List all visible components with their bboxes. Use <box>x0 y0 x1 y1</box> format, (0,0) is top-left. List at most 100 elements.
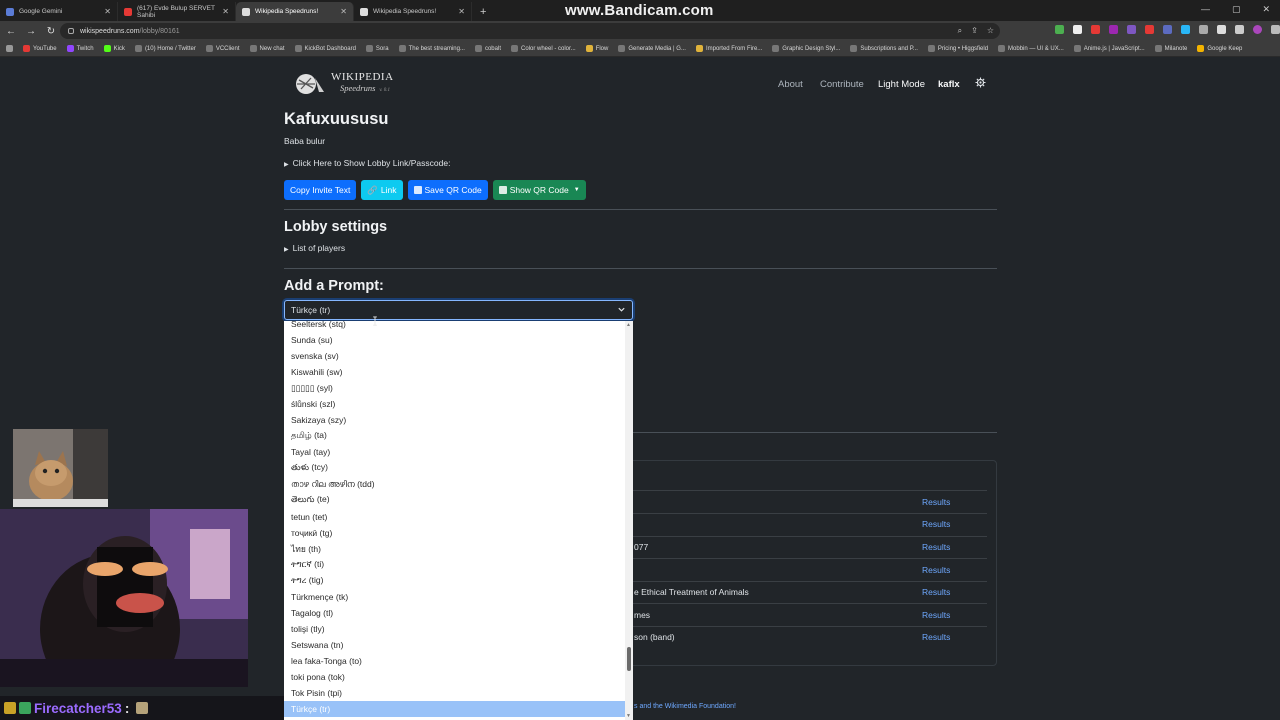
results-link[interactable]: Results <box>922 542 950 552</box>
bookmark-item[interactable]: Anime.js | JavaScript... <box>1073 45 1145 52</box>
forward-icon[interactable]: → <box>22 26 40 37</box>
language-option[interactable]: toki pona (tok) <box>284 669 625 685</box>
bookmark-item[interactable]: Kick <box>103 45 125 52</box>
menu-kebab-icon[interactable] <box>1271 25 1280 34</box>
bookmark-item[interactable]: Google Keep <box>1197 45 1242 52</box>
language-option[interactable]: ▯▯▯▯▯ (syl) <box>284 380 625 396</box>
address-bar[interactable]: wikispeedruns.com/lobby/80161 ⌕ ⇪ ☆ <box>60 23 1000 39</box>
bookmark-item[interactable]: (10) Home / Twitter <box>134 45 196 52</box>
bookmark-apps-icon[interactable] <box>6 45 13 52</box>
results-link[interactable]: Results <box>922 587 950 597</box>
language-option[interactable]: தமிழ் (ta) <box>284 428 625 444</box>
bookmark-item[interactable]: KickBot Dashboard <box>294 45 356 52</box>
footer-link[interactable]: s and the Wikimedia Foundation! <box>634 703 736 710</box>
show-lobby-link-toggle[interactable]: ▶ Click Here to Show Lobby Link/Passcode: <box>284 158 450 168</box>
extension-icon[interactable] <box>1055 25 1064 34</box>
bookmark-item[interactable]: Milanote <box>1154 45 1187 52</box>
extension-icon[interactable] <box>1145 25 1154 34</box>
nav-contribute[interactable]: Contribute <box>820 79 864 90</box>
extension-icon[interactable] <box>1091 25 1100 34</box>
extensions-puzzle-icon[interactable] <box>1217 25 1226 34</box>
profile-avatar[interactable] <box>1253 25 1262 34</box>
language-option[interactable]: Seeltersk (stq) <box>284 321 625 332</box>
close-tab-icon[interactable]: ✕ <box>104 7 111 16</box>
language-option[interactable]: Tagalog (tl) <box>284 605 625 621</box>
language-option[interactable]: svenska (sv) <box>284 348 625 364</box>
bookmark-item[interactable]: Twitch <box>66 45 94 52</box>
language-option[interactable]: tetun (tet) <box>284 509 625 525</box>
gear-icon[interactable] <box>975 77 986 88</box>
close-tab-icon[interactable]: ✕ <box>340 7 347 16</box>
bookmark-item[interactable]: YouTube <box>23 45 57 52</box>
language-select[interactable]: Türkçe (tr) <box>284 300 633 320</box>
language-option[interactable]: ไทย (th) <box>284 541 625 557</box>
language-option[interactable]: Türkmençe (tk) <box>284 589 625 605</box>
bookmark-item[interactable]: VCClient <box>205 45 240 52</box>
nav-user[interactable]: kaflx <box>938 79 960 90</box>
sidebar-icon[interactable] <box>1235 25 1244 34</box>
share-icon[interactable]: ⇪ <box>971 26 978 36</box>
language-option[interactable]: lea faka-Tonga (to) <box>284 653 625 669</box>
browser-tab-wikispeedruns-active[interactable]: Wikipedia Speedruns! ✕ <box>236 2 354 21</box>
language-option[interactable]: Tok Pisin (tpi) <box>284 685 625 701</box>
close-window-icon[interactable]: ✕ <box>1262 4 1270 15</box>
language-option[interactable]: താഴ റില അഴിന (tdd) <box>284 477 625 493</box>
language-option[interactable]: Türkçe (tr) <box>284 701 625 718</box>
bookmark-item[interactable]: Pricing • Higgsfield <box>927 45 988 52</box>
maximize-icon[interactable]: ▢ <box>1232 4 1241 15</box>
language-option[interactable]: తెలుగు (te) <box>284 493 625 509</box>
scroll-up-icon[interactable]: ▲ <box>626 322 631 328</box>
save-qr-button[interactable]: Save QR Code <box>407 180 488 200</box>
bookmark-item[interactable]: Graphic Design Styl... <box>772 45 840 52</box>
language-option[interactable]: ትግረ (tig) <box>284 573 625 589</box>
close-tab-icon[interactable]: ✕ <box>458 7 465 16</box>
extension-icon[interactable] <box>1163 25 1172 34</box>
bookmark-item[interactable]: The best streaming... <box>398 45 465 52</box>
bookmark-star-icon[interactable]: ☆ <box>987 26 994 36</box>
bookmark-item[interactable]: Generate Media | G... <box>618 45 686 52</box>
language-option[interactable]: ślůnski (szl) <box>284 396 625 412</box>
nav-light-mode[interactable]: Light Mode <box>878 79 925 90</box>
extension-icon[interactable] <box>1127 25 1136 34</box>
language-option[interactable]: Sunda (su) <box>284 332 625 348</box>
nav-about[interactable]: About <box>778 79 803 90</box>
language-option[interactable]: Sakizaya (szy) <box>284 412 625 428</box>
bookmark-item[interactable]: New chat <box>249 45 285 52</box>
bookmark-item[interactable]: Subscriptions and P... <box>850 45 918 52</box>
close-tab-icon[interactable]: ✕ <box>222 7 229 16</box>
minimize-icon[interactable]: — <box>1201 4 1210 15</box>
site-info-icon[interactable] <box>68 28 74 34</box>
extension-icon[interactable] <box>1199 25 1208 34</box>
bookmark-item[interactable]: Sora <box>365 45 389 52</box>
results-link[interactable]: Results <box>922 632 950 642</box>
language-option[interactable]: tolişi (tly) <box>284 621 625 637</box>
language-option[interactable]: ትግርኛ (ti) <box>284 557 625 573</box>
show-qr-dropdown-button[interactable]: Show QR Code ▼ <box>492 180 586 200</box>
extension-icon[interactable] <box>1073 25 1082 34</box>
reload-icon[interactable]: ↻ <box>42 26 60 37</box>
scrollbar-thumb[interactable] <box>627 647 631 671</box>
language-option[interactable]: тоҷикӣ (tg) <box>284 525 625 541</box>
zoom-icon[interactable]: ⌕ <box>958 26 962 36</box>
bookmark-item[interactable]: Imported From Fire... <box>695 45 762 52</box>
bookmark-item[interactable]: Mobbin — UI & UX... <box>998 45 1064 52</box>
site-logo[interactable]: WIKIPEDIA Speedruns v. 0.1 <box>293 72 394 96</box>
bookmark-item[interactable]: Color wheel - color... <box>510 45 576 52</box>
language-option[interactable]: Tayal (tay) <box>284 444 625 460</box>
language-option[interactable]: Kiswahili (sw) <box>284 364 625 380</box>
new-tab-icon[interactable]: + <box>480 2 486 21</box>
browser-tab-wikispeedruns[interactable]: Wikipedia Speedruns! ✕ <box>354 2 472 21</box>
browser-tab-gemini[interactable]: Google Gemini ✕ <box>0 2 118 21</box>
extension-icon[interactable] <box>1109 25 1118 34</box>
list-of-players-toggle[interactable]: ▶ List of players <box>284 243 345 253</box>
copy-invite-button[interactable]: Copy Invite Text <box>284 180 357 200</box>
results-link[interactable]: Results <box>922 497 950 507</box>
dropdown-scrollbar[interactable]: ▲ ▼ <box>625 321 633 720</box>
extension-icon[interactable] <box>1181 25 1190 34</box>
link-button[interactable]: 🔗 Link <box>361 180 403 200</box>
results-link[interactable]: Results <box>922 519 950 529</box>
browser-tab-youtube[interactable]: (617) Evde Bulup SERVET Sahibi ✕ <box>118 2 236 21</box>
bookmark-item[interactable]: Flow <box>585 45 608 52</box>
bookmark-item[interactable]: cobalt <box>474 45 501 52</box>
language-option[interactable]: తుళు (tcy) <box>284 460 625 476</box>
